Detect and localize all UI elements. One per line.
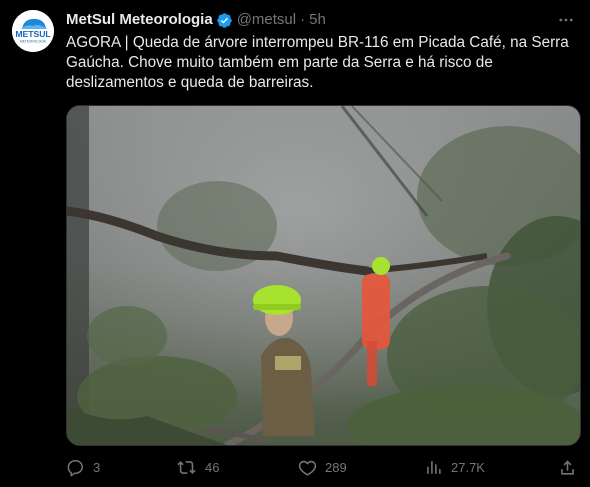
repost-count: 46	[205, 459, 220, 475]
heart-icon	[298, 460, 317, 476]
metsul-logo-icon: METSUL METEOROLOGIA	[12, 10, 54, 52]
share-icon	[561, 459, 574, 475]
header-separator: ·	[300, 11, 306, 28]
like-button[interactable]: 289	[298, 456, 347, 478]
photo-fallen-tree-firefighters-icon	[67, 106, 580, 445]
tweet-text: AGORA | Queda de árvore interrompeu BR-1…	[66, 34, 569, 91]
tweet-header: MetSul Meteorologia @metsul · 5h	[66, 10, 326, 30]
author-handle[interactable]: @metsul	[237, 10, 296, 30]
author-display-name[interactable]: MetSul Meteorologia	[66, 10, 213, 30]
share-button[interactable]	[558, 456, 577, 478]
reply-button[interactable]: 3	[66, 456, 100, 478]
svg-text:METEOROLOGIA: METEOROLOGIA	[20, 40, 47, 44]
more-options-icon[interactable]	[556, 10, 576, 30]
svg-text:METSUL: METSUL	[15, 29, 50, 39]
tweet[interactable]: METSUL METEOROLOGIA MetSul Meteorologia …	[0, 0, 590, 487]
tweet-timestamp[interactable]: 5h	[309, 10, 326, 30]
tweet-actions: 3 46 289 27.7K	[66, 456, 580, 478]
verified-badge-icon[interactable]	[216, 12, 233, 29]
repost-button[interactable]: 46	[176, 456, 219, 478]
repost-icon	[177, 460, 196, 474]
like-count: 289	[325, 459, 347, 475]
reply-count: 3	[93, 459, 101, 475]
avatar[interactable]: METSUL METEOROLOGIA	[12, 10, 54, 52]
views-button[interactable]: 27.7K	[424, 456, 485, 478]
view-count: 27.7K	[451, 459, 485, 475]
views-chart-icon	[427, 460, 441, 474]
reply-icon	[67, 459, 83, 476]
tweet-photo[interactable]	[66, 105, 581, 446]
